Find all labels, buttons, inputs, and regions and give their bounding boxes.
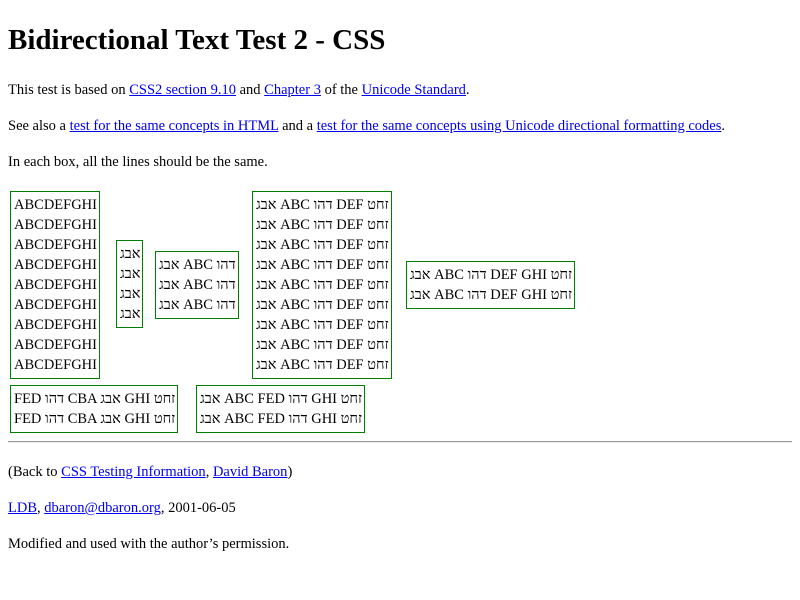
unicode-standard-link[interactable]: Unicode Standard	[362, 82, 466, 98]
back-prefix: (Back to	[8, 464, 62, 480]
box4-line: אבג ABC דהו DEF זחט	[256, 277, 389, 293]
see-also-mid: and a	[278, 118, 317, 134]
box2-line: אבג	[120, 246, 141, 262]
box3-line: אבג ABC דהו	[159, 297, 236, 313]
box5-line: אבג ABC דהו DEF GHI זחט	[410, 267, 573, 283]
box2-line: אבג	[120, 286, 141, 302]
box1-line: ABCDEFGHI	[14, 237, 97, 253]
intro-suffix: .	[465, 82, 470, 98]
intro-prefix: This test is based on	[8, 82, 130, 98]
box1-line: ABCDEFGHI	[14, 257, 97, 273]
chapter3-link[interactable]: Chapter 3	[264, 82, 321, 98]
test-box-1: ABCDEFGHI ABCDEFGHI ABCDEFGHI ABCDEFGHI …	[10, 191, 100, 379]
david-baron-link[interactable]: David Baron	[213, 464, 288, 480]
test-box-5: אבג ABC דהו DEF GHI זחט אבג ABC דהו DEF …	[406, 261, 576, 309]
horizontal-rule	[8, 441, 792, 443]
test-box-3: אבג ABC דהו אבג ABC דהו אבג ABC דהו	[155, 251, 239, 319]
box4-line: אבג ABC דהו DEF זחט	[256, 357, 389, 373]
box4-line: אבג ABC דהו DEF זחט	[256, 337, 389, 353]
intro-mid1: and	[235, 82, 265, 98]
box5-line: אבג ABC דהו DEF GHI זחט	[410, 287, 573, 303]
box4-line: אבג ABC דהו DEF זחט	[256, 217, 389, 233]
css-testing-info-link[interactable]: CSS Testing Information	[61, 464, 206, 480]
permission-note: Modified and used with the author’s perm…	[8, 536, 290, 552]
box2-line: אבג	[120, 266, 141, 282]
ldb-link[interactable]: LDB	[8, 500, 37, 516]
box1-line: ABCDEFGHI	[14, 297, 97, 313]
test-box-7: אבג ABC FED דהו GHI זחט אבג ABC FED דהו …	[196, 385, 366, 433]
box7-line: אבג ABC FED דהו GHI זחט	[200, 411, 363, 427]
see-also-suffix: .	[721, 118, 726, 134]
test-box-2: אבג אבג אבג אבג	[116, 240, 144, 328]
box6-line: FED דהו CBA אבג GHI זחט	[14, 391, 176, 407]
box4-line: אבג ABC דהו DEF זחט	[256, 297, 389, 313]
test-box-4: אבג ABC דהו DEF זחט אבג ABC דהו DEF זחט …	[252, 191, 392, 379]
intro-mid2: of the	[320, 82, 362, 98]
author-line: LDB, dbaron@dbaron.org, 2001-06-05	[8, 499, 236, 517]
page-title: Bidirectional Text Test 2 - CSS	[8, 24, 386, 56]
box4-line: אבג ABC דהו DEF זחט	[256, 257, 389, 273]
box3-line: אבג ABC דהו	[159, 257, 236, 273]
box4-line: אבג ABC דהו DEF זחט	[256, 237, 389, 253]
box1-line: ABCDEFGHI	[14, 337, 97, 353]
box2-line: אבג	[120, 306, 141, 322]
box1-line: ABCDEFGHI	[14, 217, 97, 233]
html-test-link[interactable]: test for the same concepts in HTML	[70, 118, 279, 134]
back-mid: ,	[205, 464, 213, 480]
css2-section-link[interactable]: CSS2 section 9.10	[129, 82, 236, 98]
box7-line: אבג ABC FED דהו GHI זחט	[200, 391, 363, 407]
box6-line: FED דהו CBA אבג GHI זחט	[14, 411, 176, 427]
back-suffix: )	[287, 464, 293, 480]
back-links: (Back to CSS Testing Information, David …	[8, 463, 292, 481]
box3-line: אבג ABC דהו	[159, 277, 236, 293]
see-also-prefix: See also a	[8, 118, 70, 134]
box4-line: אבג ABC דהו DEF זחט	[256, 317, 389, 333]
box1-line: ABCDEFGHI	[14, 317, 97, 333]
email-link[interactable]: dbaron@dbaron.org	[44, 500, 161, 516]
instruction-text: In each box, all the lines should be the…	[8, 154, 268, 170]
box1-line: ABCDEFGHI	[14, 357, 97, 373]
box1-line: ABCDEFGHI	[14, 197, 97, 213]
unicode-codes-test-link[interactable]: test for the same concepts using Unicode…	[317, 118, 722, 134]
test-box-6: FED דהו CBA אבג GHI זחט FED דהו CBA אבג …	[10, 385, 179, 433]
see-also-paragraph: See also a test for the same concepts in…	[8, 117, 725, 135]
author-date: , 2001-06-05	[160, 500, 236, 516]
box1-line: ABCDEFGHI	[14, 277, 97, 293]
box4-line: אבג ABC דהו DEF זחט	[256, 197, 389, 213]
intro-paragraph: This test is based on CSS2 section 9.10 …	[8, 81, 470, 99]
